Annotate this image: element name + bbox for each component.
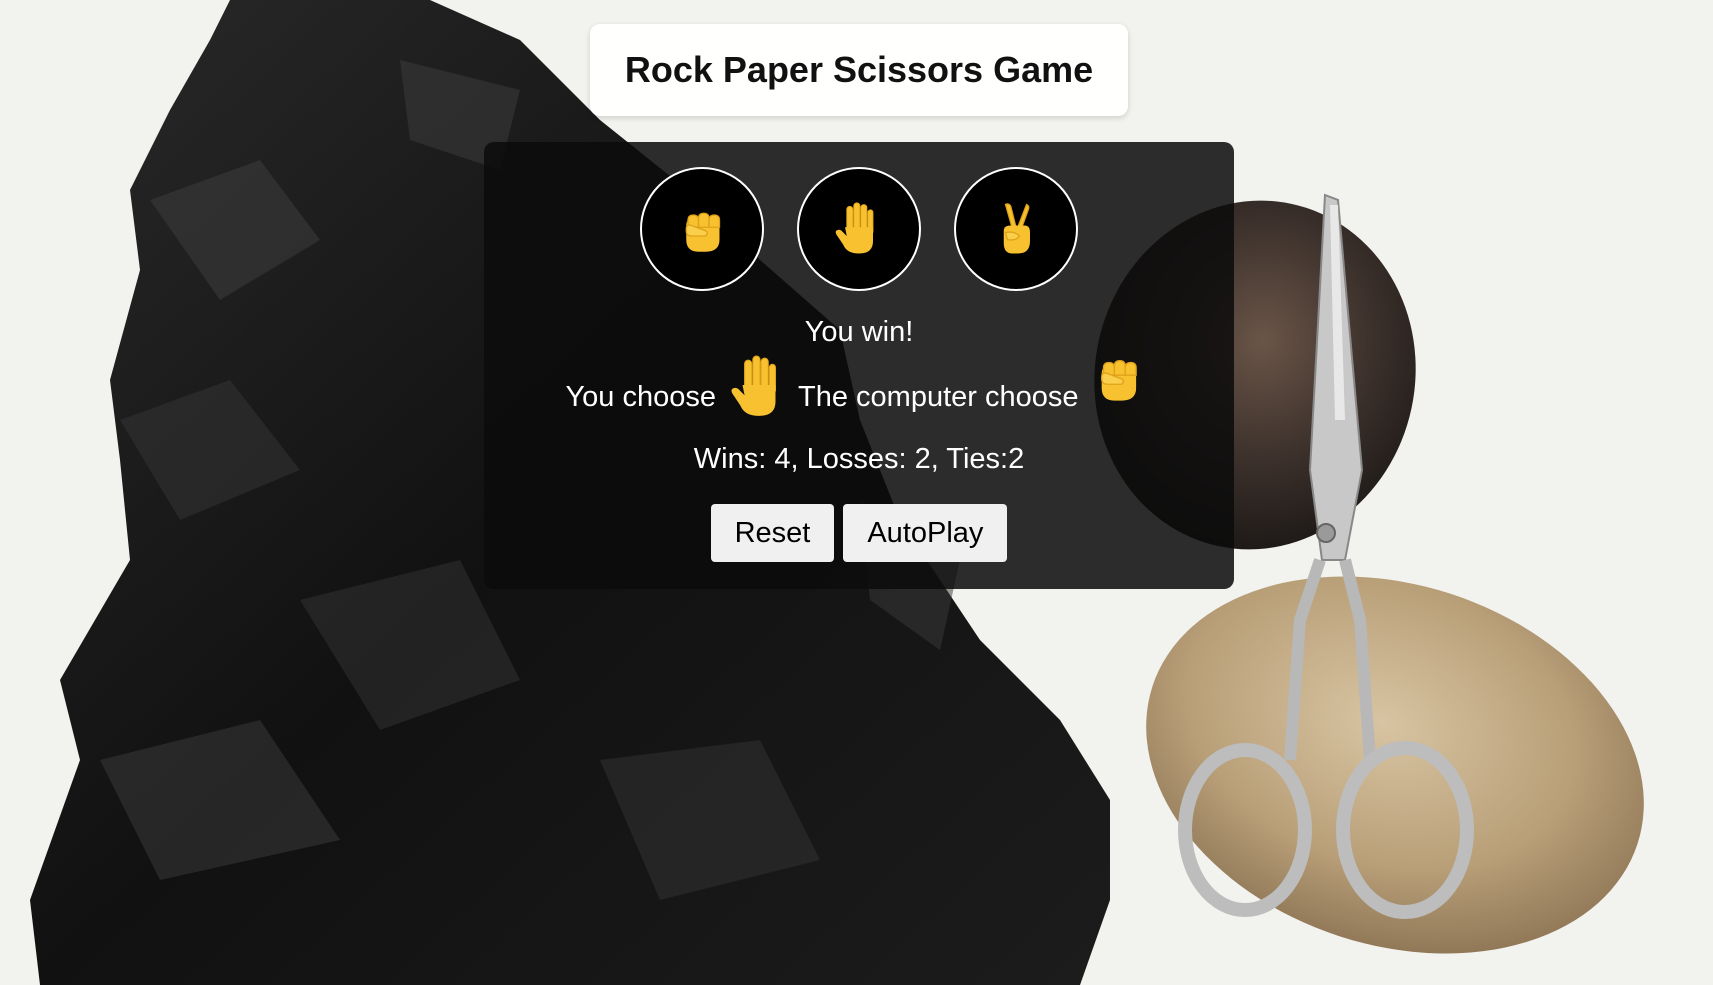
title-card: Rock Paper Scissors Game	[590, 24, 1128, 116]
raised-hand-icon	[835, 202, 874, 254]
move-buttons	[484, 167, 1234, 291]
victory-hand-icon	[1003, 203, 1030, 254]
autoplay-button[interactable]: AutoPlay	[843, 504, 1008, 562]
player-choice-label: You choose	[565, 381, 717, 413]
result-text: You win!	[804, 316, 914, 348]
score-text: Wins: 4, Losses: 2, Ties:2	[693, 443, 1025, 475]
moves-summary: You choose The computer choose	[484, 348, 1234, 420]
rock-button[interactable]	[640, 167, 764, 291]
reset-button[interactable]: Reset	[710, 504, 835, 562]
page-title: Rock Paper Scissors Game	[624, 49, 1094, 90]
computer-choice-label: The computer choose	[798, 381, 1079, 413]
scissors-button[interactable]	[954, 167, 1078, 291]
raised-fist-icon	[685, 212, 721, 252]
game-panel: You win! You choose The computer choose …	[484, 142, 1234, 589]
paper-button[interactable]	[797, 167, 921, 291]
control-buttons: Reset AutoPlay	[484, 504, 1234, 562]
raised-fist-icon	[1100, 360, 1137, 401]
raised-hand-icon	[731, 355, 777, 416]
